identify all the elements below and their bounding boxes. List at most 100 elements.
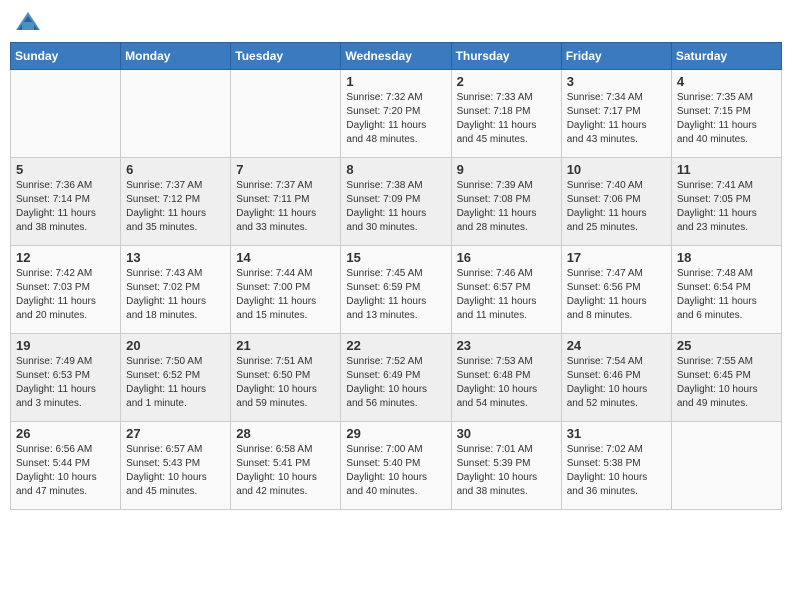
calendar-cell: 5Sunrise: 7:36 AMSunset: 7:14 PMDaylight… (11, 158, 121, 246)
week-row-2: 5Sunrise: 7:36 AMSunset: 7:14 PMDaylight… (11, 158, 782, 246)
day-number: 7 (236, 162, 335, 177)
weekday-header-sunday: Sunday (11, 43, 121, 70)
day-number: 4 (677, 74, 776, 89)
day-number: 14 (236, 250, 335, 265)
day-info: Sunrise: 7:47 AMSunset: 6:56 PMDaylight:… (567, 267, 666, 323)
day-number: 26 (16, 426, 115, 441)
day-number: 5 (16, 162, 115, 177)
calendar-cell: 7 Sunrise: 7:37 AMSunset: 7:11 PMDaylight… (231, 158, 341, 246)
day-number: 6 (126, 162, 225, 177)
day-info: Sunrise: 7:39 AMSunset: 7:08 PMDaylight:… (457, 179, 556, 235)
calendar-cell: 14 Sunrise: 7:44 AMSunset: 7:00 PMDayligh… (231, 246, 341, 334)
day-info: Sunrise: 7:02 AMSunset: 5:38 PMDaylight:… (567, 443, 666, 499)
weekday-header-saturday: Saturday (671, 43, 781, 70)
day-info: Sunrise: 7:01 AMSunset: 5:39 PMDaylight:… (457, 443, 556, 499)
calendar-cell: 9 Sunrise: 7:39 AMSunset: 7:08 PMDaylight… (451, 158, 561, 246)
day-number: 27 (126, 426, 225, 441)
logo (14, 10, 46, 34)
day-number: 16 (457, 250, 556, 265)
day-info: Sunrise: 7:54 AMSunset: 6:46 PMDaylight:… (567, 355, 666, 411)
day-info: Sunrise: 7:51 AMSunset: 6:50 PMDaylight:… (236, 355, 335, 411)
calendar-cell: 27 Sunrise: 6:57 AMSunset: 5:43 PMDayligh… (121, 422, 231, 510)
calendar-cell: 16 Sunrise: 7:46 AMSunset: 6:57 PMDayligh… (451, 246, 561, 334)
calendar-cell (231, 70, 341, 158)
logo-icon (14, 10, 42, 34)
day-info: Sunrise: 7:33 AMSunset: 7:18 PMDaylight:… (457, 91, 556, 147)
weekday-header-thursday: Thursday (451, 43, 561, 70)
day-number: 9 (457, 162, 556, 177)
day-number: 2 (457, 74, 556, 89)
day-number: 30 (457, 426, 556, 441)
week-row-5: 26 Sunrise: 6:56 AMSunset: 5:44 PMDayligh… (11, 422, 782, 510)
day-info: Sunrise: 7:41 AMSunset: 7:05 PMDaylight:… (677, 179, 776, 235)
week-row-1: 1 Sunrise: 7:32 AMSunset: 7:20 PMDaylight… (11, 70, 782, 158)
day-number: 11 (677, 162, 776, 177)
calendar-cell: 8 Sunrise: 7:38 AMSunset: 7:09 PMDaylight… (341, 158, 451, 246)
day-info: Sunrise: 7:42 AMSunset: 7:03 PMDaylight:… (16, 267, 115, 323)
day-info: Sunrise: 6:57 AMSunset: 5:43 PMDaylight:… (126, 443, 225, 499)
day-number: 23 (457, 338, 556, 353)
calendar-cell (11, 70, 121, 158)
day-info: Sunrise: 7:34 AMSunset: 7:17 PMDaylight:… (567, 91, 666, 147)
calendar-cell: 23 Sunrise: 7:53 AMSunset: 6:48 PMDayligh… (451, 334, 561, 422)
weekday-header-row: SundayMondayTuesdayWednesdayThursdayFrid… (11, 43, 782, 70)
day-number: 8 (346, 162, 445, 177)
calendar-cell: 28Sunrise: 6:58 AMSunset: 5:41 PMDayligh… (231, 422, 341, 510)
weekday-header-friday: Friday (561, 43, 671, 70)
calendar-cell: 19 Sunrise: 7:49 AMSunset: 6:53 PMDayligh… (11, 334, 121, 422)
calendar-cell: 31 Sunrise: 7:02 AMSunset: 5:38 PMDayligh… (561, 422, 671, 510)
week-row-3: 12Sunrise: 7:42 AMSunset: 7:03 PMDayligh… (11, 246, 782, 334)
day-number: 3 (567, 74, 666, 89)
weekday-header-tuesday: Tuesday (231, 43, 341, 70)
day-info: Sunrise: 7:46 AMSunset: 6:57 PMDaylight:… (457, 267, 556, 323)
day-info: Sunrise: 6:56 AMSunset: 5:44 PMDaylight:… (16, 443, 115, 499)
calendar-cell: 11 Sunrise: 7:41 AMSunset: 7:05 PMDayligh… (671, 158, 781, 246)
day-info: Sunrise: 7:45 AMSunset: 6:59 PMDaylight:… (346, 267, 445, 323)
weekday-header-wednesday: Wednesday (341, 43, 451, 70)
day-number: 25 (677, 338, 776, 353)
day-number: 19 (16, 338, 115, 353)
day-number: 31 (567, 426, 666, 441)
calendar-cell: 4 Sunrise: 7:35 AMSunset: 7:15 PMDaylight… (671, 70, 781, 158)
weekday-header-monday: Monday (121, 43, 231, 70)
day-info: Sunrise: 7:37 AMSunset: 7:11 PMDaylight:… (236, 179, 335, 235)
day-number: 28 (236, 426, 335, 441)
day-number: 13 (126, 250, 225, 265)
calendar-cell: 21 Sunrise: 7:51 AMSunset: 6:50 PMDayligh… (231, 334, 341, 422)
calendar-cell: 15 Sunrise: 7:45 AMSunset: 6:59 PMDayligh… (341, 246, 451, 334)
week-row-4: 19 Sunrise: 7:49 AMSunset: 6:53 PMDayligh… (11, 334, 782, 422)
day-info: Sunrise: 7:32 AMSunset: 7:20 PMDaylight:… (346, 91, 445, 147)
calendar-cell: 20Sunrise: 7:50 AMSunset: 6:52 PMDayligh… (121, 334, 231, 422)
day-info: Sunrise: 7:53 AMSunset: 6:48 PMDaylight:… (457, 355, 556, 411)
calendar-table: SundayMondayTuesdayWednesdayThursdayFrid… (10, 42, 782, 510)
day-info: Sunrise: 7:55 AMSunset: 6:45 PMDaylight:… (677, 355, 776, 411)
day-number: 21 (236, 338, 335, 353)
calendar-cell (121, 70, 231, 158)
calendar-cell: 17Sunrise: 7:47 AMSunset: 6:56 PMDayligh… (561, 246, 671, 334)
day-number: 1 (346, 74, 445, 89)
day-info: Sunrise: 7:37 AMSunset: 7:12 PMDaylight:… (126, 179, 225, 235)
day-info: Sunrise: 7:38 AMSunset: 7:09 PMDaylight:… (346, 179, 445, 235)
day-info: Sunrise: 7:40 AMSunset: 7:06 PMDaylight:… (567, 179, 666, 235)
day-info: Sunrise: 7:44 AMSunset: 7:00 PMDaylight:… (236, 267, 335, 323)
calendar-cell: 10Sunrise: 7:40 AMSunset: 7:06 PMDayligh… (561, 158, 671, 246)
page-header (10, 10, 782, 34)
day-info: Sunrise: 7:43 AMSunset: 7:02 PMDaylight:… (126, 267, 225, 323)
calendar-cell: 25 Sunrise: 7:55 AMSunset: 6:45 PMDayligh… (671, 334, 781, 422)
day-info: Sunrise: 7:49 AMSunset: 6:53 PMDaylight:… (16, 355, 115, 411)
calendar-cell: 1 Sunrise: 7:32 AMSunset: 7:20 PMDaylight… (341, 70, 451, 158)
day-number: 15 (346, 250, 445, 265)
calendar-cell: 3 Sunrise: 7:34 AMSunset: 7:17 PMDaylight… (561, 70, 671, 158)
calendar-cell: 24Sunrise: 7:54 AMSunset: 6:46 PMDayligh… (561, 334, 671, 422)
calendar-cell: 13 Sunrise: 7:43 AMSunset: 7:02 PMDayligh… (121, 246, 231, 334)
day-number: 18 (677, 250, 776, 265)
day-info: Sunrise: 7:48 AMSunset: 6:54 PMDaylight:… (677, 267, 776, 323)
calendar-cell: 29 Sunrise: 7:00 AMSunset: 5:40 PMDayligh… (341, 422, 451, 510)
calendar-cell: 6 Sunrise: 7:37 AMSunset: 7:12 PMDaylight… (121, 158, 231, 246)
day-info: Sunrise: 7:00 AMSunset: 5:40 PMDaylight:… (346, 443, 445, 499)
day-info: Sunrise: 7:35 AMSunset: 7:15 PMDaylight:… (677, 91, 776, 147)
day-number: 20 (126, 338, 225, 353)
calendar-cell: 30 Sunrise: 7:01 AMSunset: 5:39 PMDayligh… (451, 422, 561, 510)
calendar-cell (671, 422, 781, 510)
day-number: 29 (346, 426, 445, 441)
